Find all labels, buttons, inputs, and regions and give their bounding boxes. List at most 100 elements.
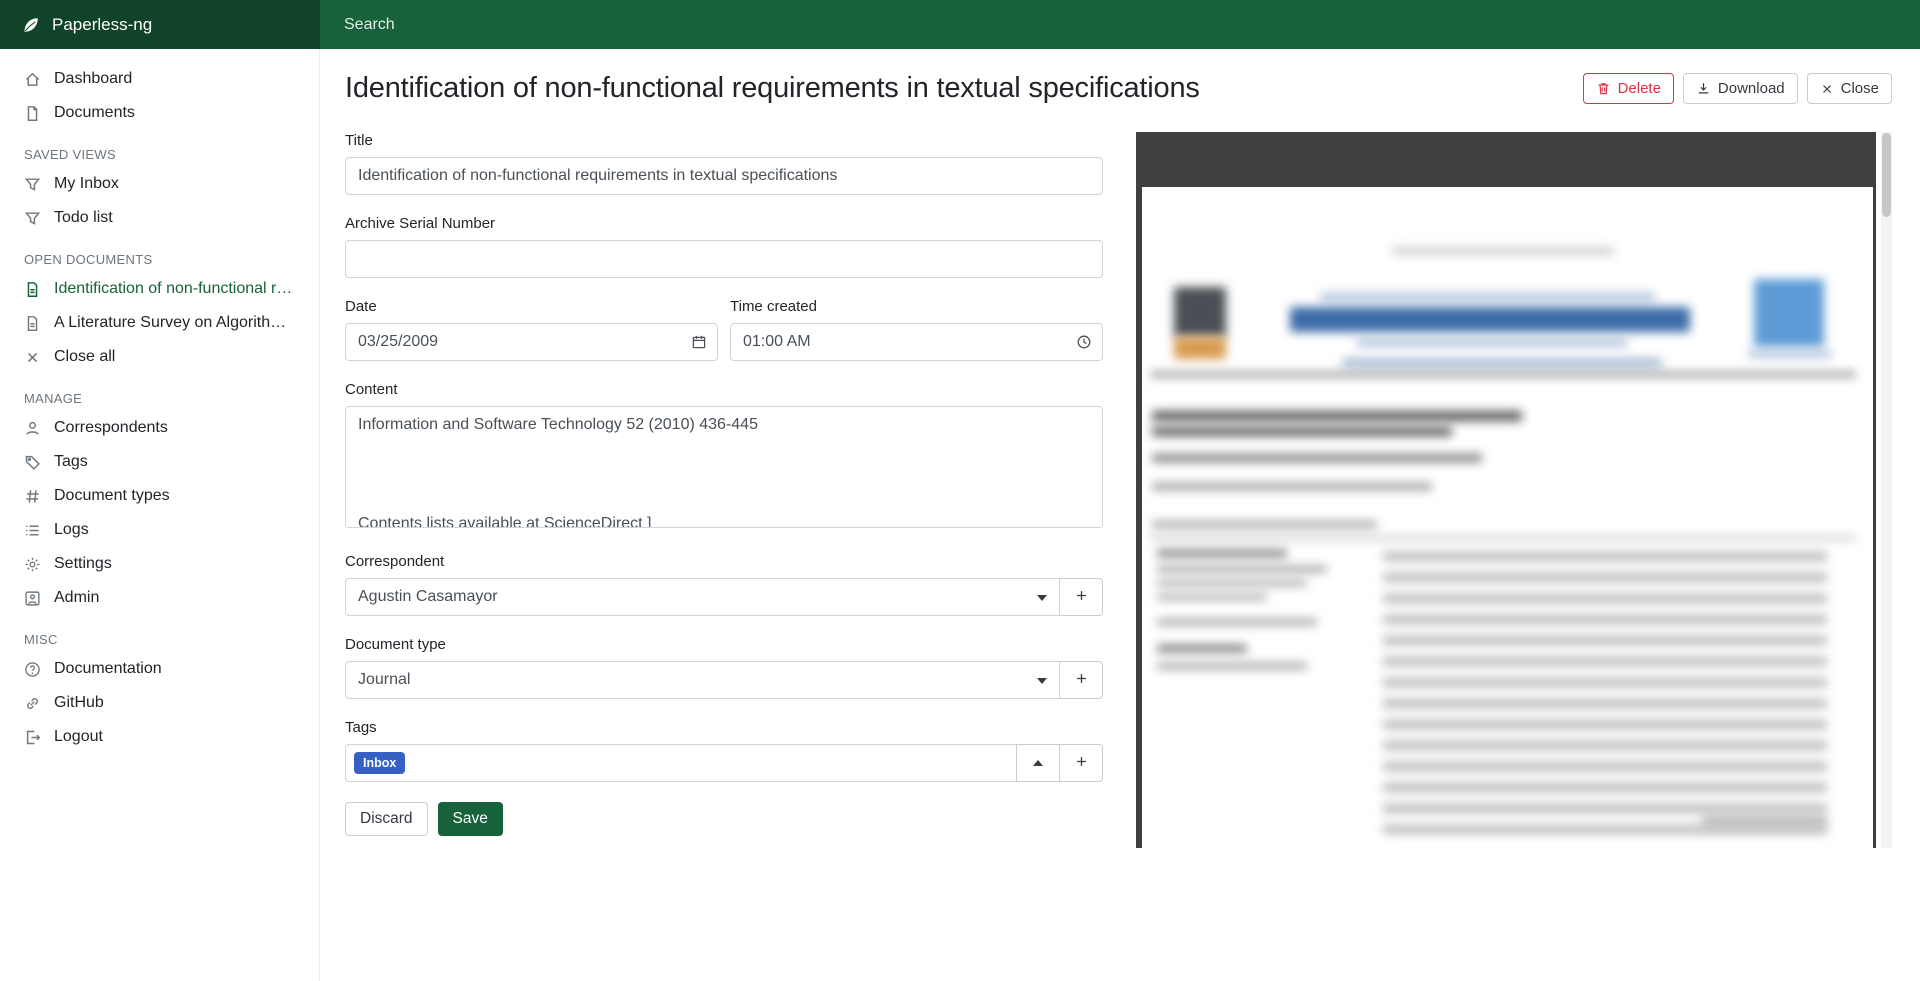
sidebar-section-saved-views: SAVED VIEWS [0,130,319,167]
save-button-label: Save [453,809,488,829]
blur-block [1174,287,1226,337]
correspondent-select[interactable]: Agustin Casamayor [345,578,1060,616]
blur-block [1157,580,1307,586]
field-title: Title [345,132,1103,195]
save-button[interactable]: Save [438,802,503,836]
download-icon [1696,81,1711,96]
sidebar-item-documents[interactable]: Documents [0,96,319,130]
download-button-label: Download [1718,79,1785,99]
top-navbar: Paperless-ng [0,0,1920,49]
page-title: Identification of non-functional require… [345,72,1200,105]
close-icon [24,349,41,366]
collapse-tags-button[interactable] [1016,744,1060,782]
tags-label: Tags [345,719,1103,736]
sidebar-section-open-documents: OPEN DOCUMENTS [0,235,319,272]
time-label: Time created [730,298,1103,315]
date-input[interactable] [345,323,718,361]
sidebar-item-github[interactable]: GitHub [0,686,319,720]
blur-block [1150,537,1856,539]
delete-button-label: Delete [1618,79,1661,99]
sidebar-item-correspondents[interactable]: Correspondents [0,411,319,445]
sidebar-item-admin[interactable]: Admin [0,581,319,615]
add-document-type-button[interactable] [1059,661,1103,699]
discard-button[interactable]: Discard [345,802,428,836]
sidebar-nav: Dashboard Documents SAVED VIEWS My Inbox… [0,62,319,754]
sidebar-item-my-inbox[interactable]: My Inbox [0,167,319,201]
document-preview[interactable] [1136,132,1876,848]
person-icon [24,420,41,437]
sidebar-item-logout[interactable]: Logout [0,720,319,754]
title-input[interactable] [345,157,1103,195]
close-button-label: Close [1841,79,1879,99]
document-type-label: Document type [345,636,1103,653]
sidebar-item-open-doc-2[interactable]: A Literature Survey on Algorithms for Mu… [0,306,319,340]
dashboard-icon [24,71,41,88]
person-square-icon [24,590,41,607]
plus-icon [1074,754,1089,772]
tag-badge-inbox[interactable]: Inbox [354,752,405,774]
gear-icon [24,556,41,573]
sidebar-item-documentation[interactable]: Documentation [0,652,319,686]
blur-block [1392,247,1614,255]
close-button[interactable]: Close [1807,73,1892,105]
delete-button[interactable]: Delete [1583,73,1674,105]
field-document-type: Document type Journal [345,636,1103,699]
sidebar-item-logs[interactable]: Logs [0,513,319,547]
asn-input[interactable] [345,240,1103,278]
blur-block [1152,521,1377,528]
blur-block [1152,411,1522,421]
field-date-time-row: Date Time created [345,298,1103,361]
sidebar-section-misc: MISC [0,615,319,652]
blur-block [1150,373,1856,376]
field-time: Time created [730,298,1103,361]
download-button[interactable]: Download [1683,73,1798,105]
caret-up-icon [1033,760,1043,766]
sidebar-item-document-types[interactable]: Document types [0,479,319,513]
sidebar-item-dashboard[interactable]: Dashboard [0,62,319,96]
paperless-logo-icon [21,15,41,35]
document-edit-form: Title Archive Serial Number Date [345,132,1103,836]
pdf-page [1142,187,1873,848]
sidebar-item-tags[interactable]: Tags [0,445,319,479]
correspondent-selected-value: Agustin Casamayor [358,588,498,606]
blur-block [1157,594,1267,600]
close-icon [1820,82,1834,96]
discard-button-label: Discard [360,809,413,829]
preview-scrollbar-thumb[interactable] [1882,133,1891,217]
content-textarea[interactable]: Information and Software Technology 52 (… [345,406,1103,528]
blur-block [1702,817,1827,824]
tags-input[interactable]: Inbox [345,744,1017,782]
brand[interactable]: Paperless-ng [0,0,320,49]
document-type-select[interactable]: Journal [345,661,1060,699]
field-tags: Tags Inbox [345,719,1103,782]
time-input[interactable] [730,323,1103,361]
content-label: Content [345,381,1103,398]
blur-block [1157,663,1307,669]
list-icon [24,522,41,539]
sidebar: Dashboard Documents SAVED VIEWS My Inbox… [0,49,320,981]
sidebar-item-todo-list[interactable]: Todo list [0,201,319,235]
blur-block [1152,483,1432,490]
sidebar-item-settings[interactable]: Settings [0,547,319,581]
blur-block [1152,427,1452,436]
blur-block [1152,454,1482,462]
main-content: Identification of non-functional require… [320,49,1920,981]
field-correspondent: Correspondent Agustin Casamayor [345,553,1103,616]
search-input[interactable] [344,16,1896,34]
correspondent-label: Correspondent [345,553,1103,570]
sidebar-item-close-all[interactable]: Close all [0,340,319,374]
trash-icon [1596,81,1611,96]
field-content: Content Information and Software Technol… [345,381,1103,533]
app-root: Paperless-ng Dashboard Documents SAVED V… [0,0,1920,981]
preview-scrollbar[interactable] [1881,132,1892,848]
add-tag-button[interactable] [1059,744,1103,782]
sidebar-item-open-doc-1[interactable]: Identification of non-functional require… [0,272,319,306]
file-text-icon [24,315,41,332]
document-type-selected-value: Journal [358,671,410,689]
blur-block [1157,645,1247,652]
brand-name: Paperless-ng [52,15,152,35]
search-bar [320,0,1920,49]
add-correspondent-button[interactable] [1059,578,1103,616]
blur-block [1157,619,1317,625]
plus-icon [1074,671,1089,689]
